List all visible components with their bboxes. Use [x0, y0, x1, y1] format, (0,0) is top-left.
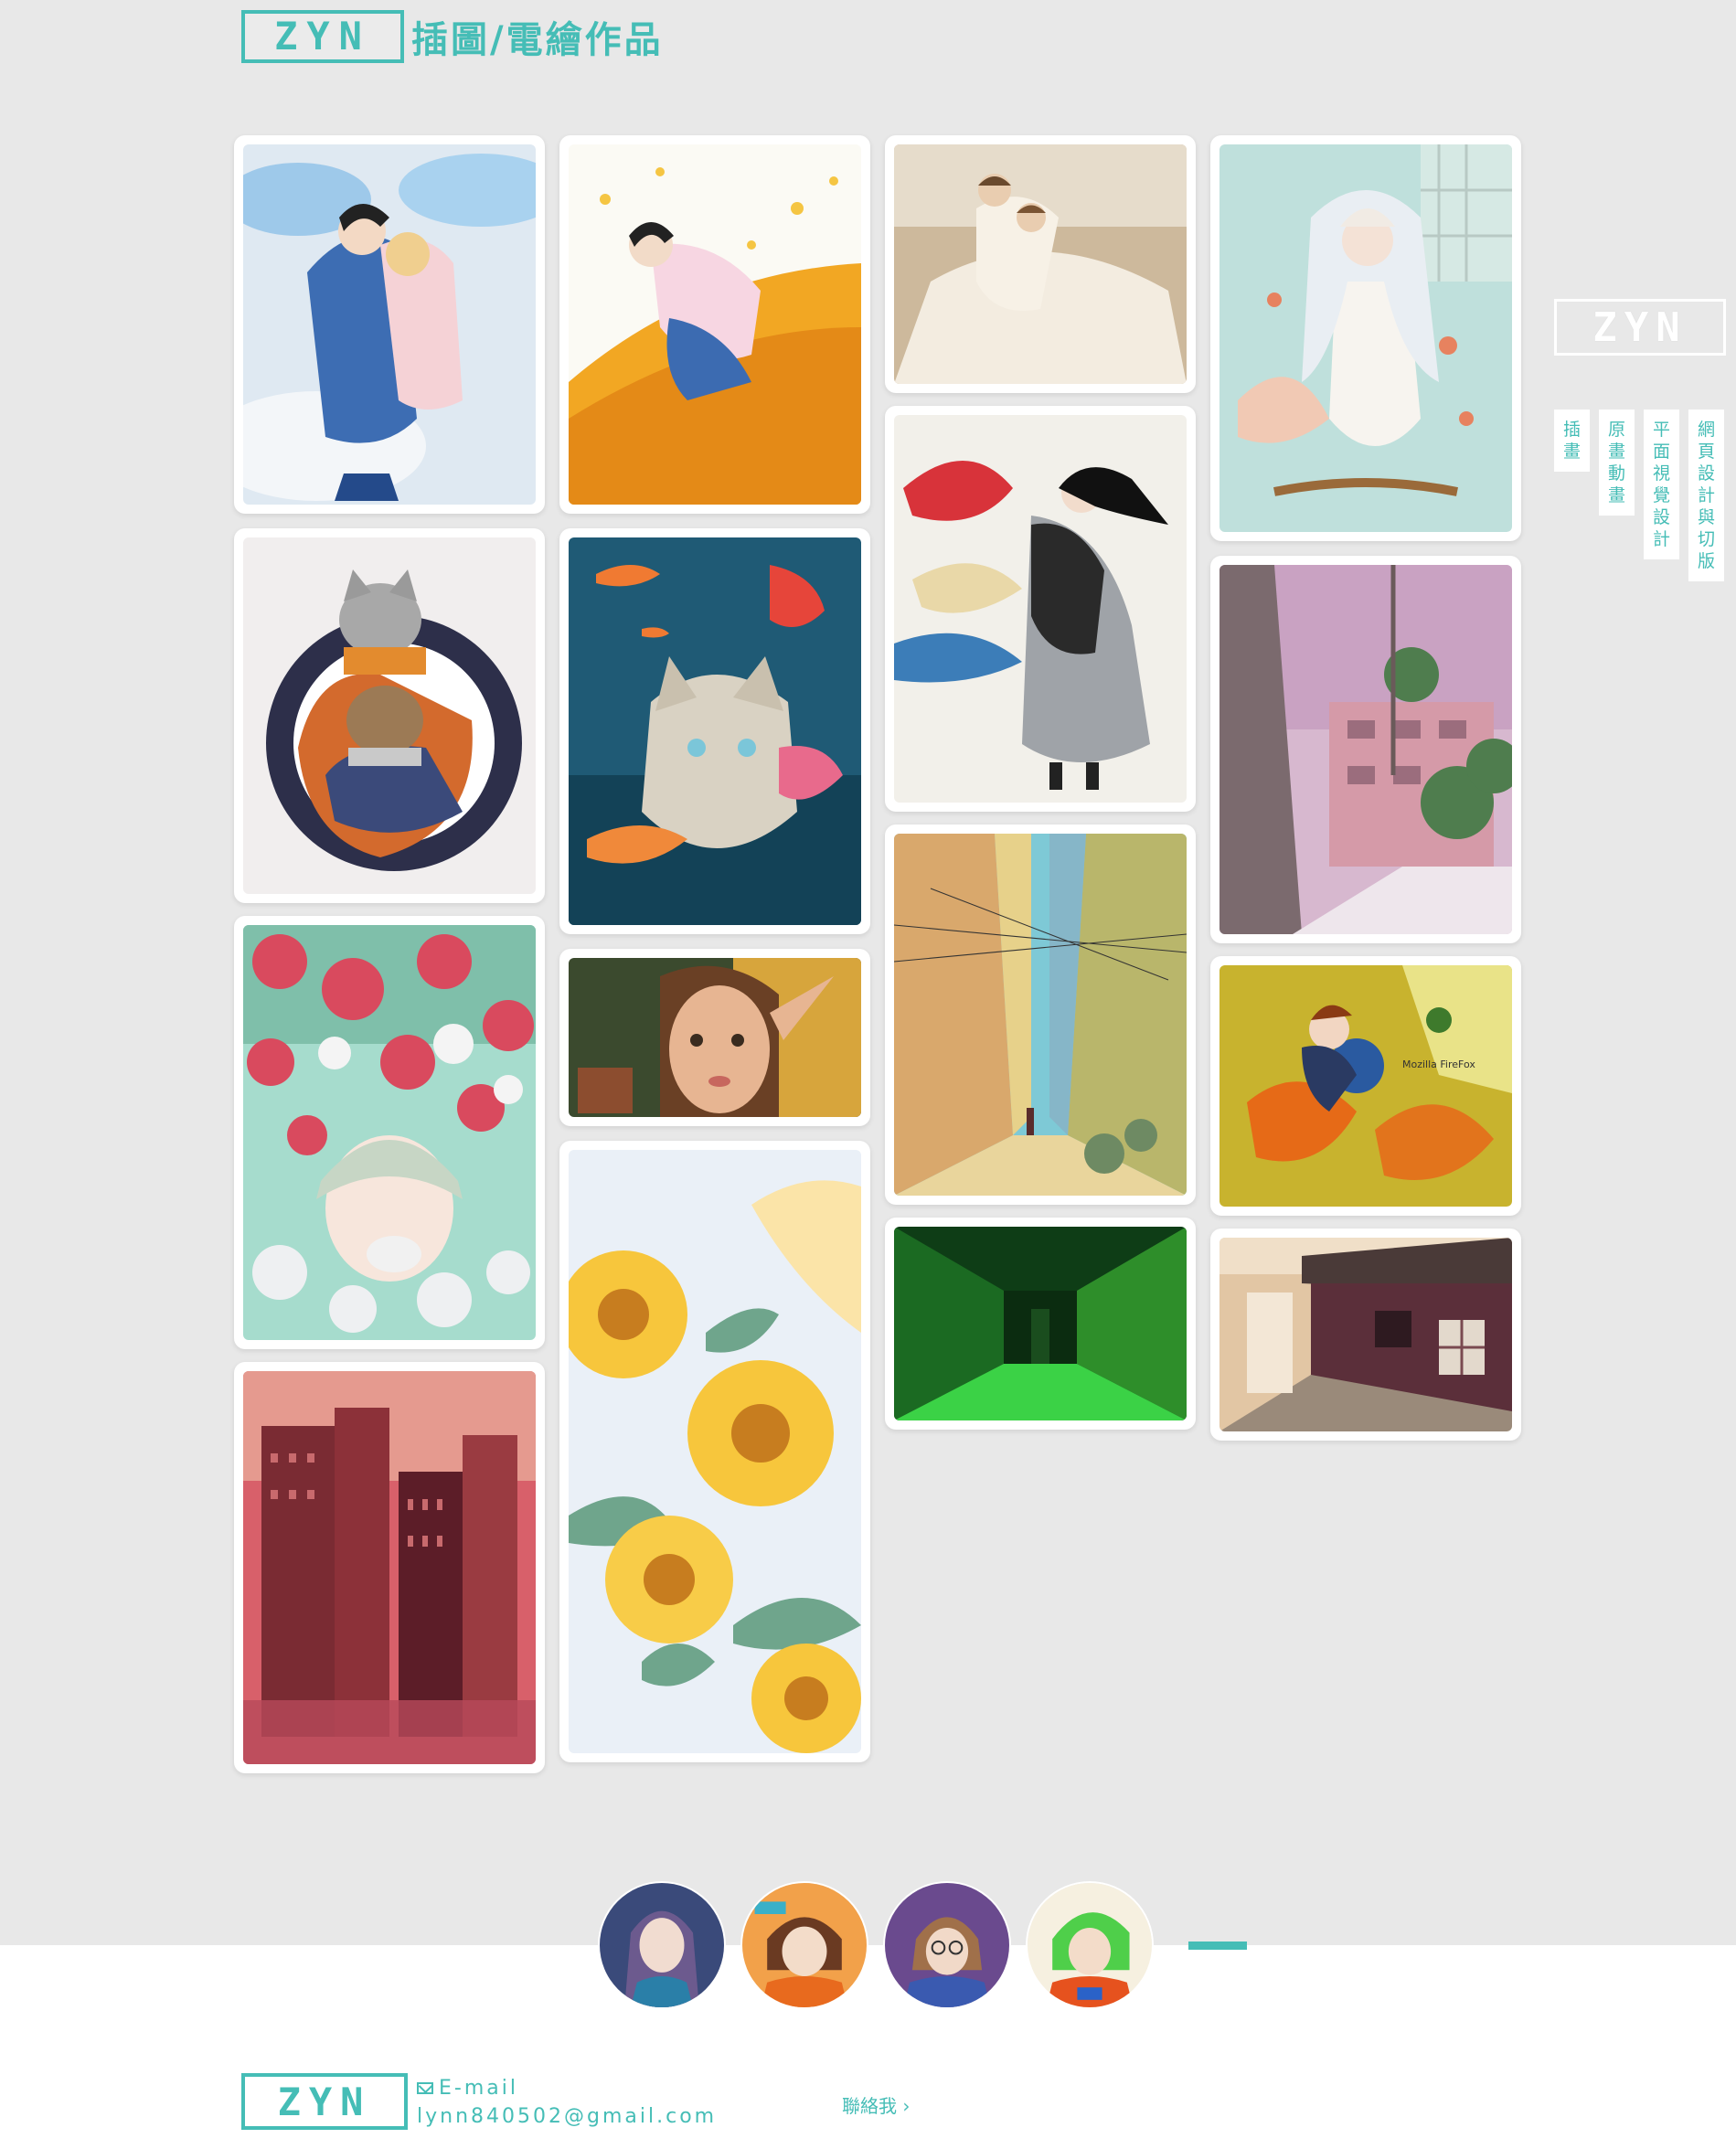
artwork-card[interactable] — [885, 135, 1196, 393]
side-logo-text: ZYN — [1592, 303, 1688, 351]
nav-item-web-design[interactable]: 網 頁 設 計 與 切 版 — [1688, 410, 1724, 581]
email-address[interactable]: lynn840502@gmail.com — [417, 2105, 717, 2128]
artwork-red-city — [243, 1371, 536, 1764]
artwork-hillside-town — [1219, 565, 1512, 934]
artwork-card[interactable] — [559, 949, 870, 1126]
avatar-3[interactable] — [885, 1883, 1009, 2007]
artwork-card[interactable] — [559, 135, 870, 514]
artwork-alley-street — [894, 834, 1187, 1196]
artwork-card[interactable]: Mozilla FireFox — [1210, 956, 1521, 1216]
artwork-sunflowers — [569, 1150, 861, 1753]
artwork-card[interactable] — [234, 916, 545, 1349]
email-label: E-mail — [439, 2077, 518, 2100]
artwork-card[interactable] — [885, 824, 1196, 1205]
carousel-dash[interactable] — [1188, 1941, 1247, 1950]
footer-logo-text: ZYN — [277, 2079, 372, 2124]
artwork-cat-goldfish — [569, 537, 861, 925]
artwork-card[interactable] — [885, 406, 1196, 812]
page-header: ZYN 插圖/電繪作品 — [241, 7, 664, 66]
nav-item-animation[interactable]: 原 畫 動 畫 — [1599, 410, 1635, 516]
firefox-watermark: Mozilla FireFox — [1402, 1059, 1475, 1070]
artwork-card[interactable] — [1210, 556, 1521, 943]
artwork-card[interactable] — [234, 1362, 545, 1773]
artwork-lychee-girl — [243, 925, 536, 1340]
footer-logo[interactable]: ZYN — [241, 2073, 408, 2130]
artwork-green-corridor — [894, 1227, 1187, 1420]
contact-info: E-mail lynn840502@gmail.com — [417, 2077, 717, 2128]
artwork-card[interactable] — [559, 528, 870, 934]
artwork-gallery: Mozilla FireFox — [232, 135, 1523, 1781]
artwork-card[interactable] — [234, 135, 545, 514]
artwork-card[interactable] — [559, 1141, 870, 1762]
artwork-card[interactable] — [1210, 1229, 1521, 1441]
avatar-1[interactable] — [600, 1883, 724, 2007]
artwork-firefox: Mozilla FireFox — [1219, 965, 1512, 1207]
avatar-2[interactable] — [742, 1883, 867, 2007]
artwork-card[interactable] — [1210, 135, 1521, 541]
side-logo[interactable]: ZYN — [1554, 299, 1726, 356]
page-title: 插圖/電繪作品 — [411, 19, 664, 61]
artwork-girls-hug-clouds — [243, 144, 536, 505]
mail-icon — [417, 2082, 433, 2094]
artwork-girl-fish-kimono — [894, 415, 1187, 803]
artwork-elf-portrait — [569, 958, 861, 1117]
avatar-row — [600, 1883, 1247, 2007]
artwork-card[interactable] — [234, 528, 545, 903]
avatar-4[interactable] — [1028, 1883, 1152, 2007]
contact-me-link[interactable]: 聯絡我 › — [842, 2091, 910, 2118]
nav-item-graphic-design[interactable]: 平 面 視 覺 設 計 — [1644, 410, 1679, 559]
nav-item-illustration[interactable]: 插 畫 — [1554, 410, 1590, 472]
artwork-card[interactable] — [885, 1218, 1196, 1430]
artwork-mermaid-girl — [1219, 144, 1512, 532]
side-nav: 插 畫 原 畫 動 畫 平 面 視 覺 設 計 網 頁 設 計 與 切 版 — [1554, 410, 1724, 581]
site-logo[interactable]: ZYN — [241, 10, 404, 63]
artwork-cats-scarf — [243, 537, 536, 894]
artwork-girl-ginkgo — [569, 144, 861, 505]
artwork-couple-dress — [894, 144, 1187, 384]
site-logo-text: ZYN — [274, 14, 371, 59]
artwork-old-house — [1219, 1238, 1512, 1431]
